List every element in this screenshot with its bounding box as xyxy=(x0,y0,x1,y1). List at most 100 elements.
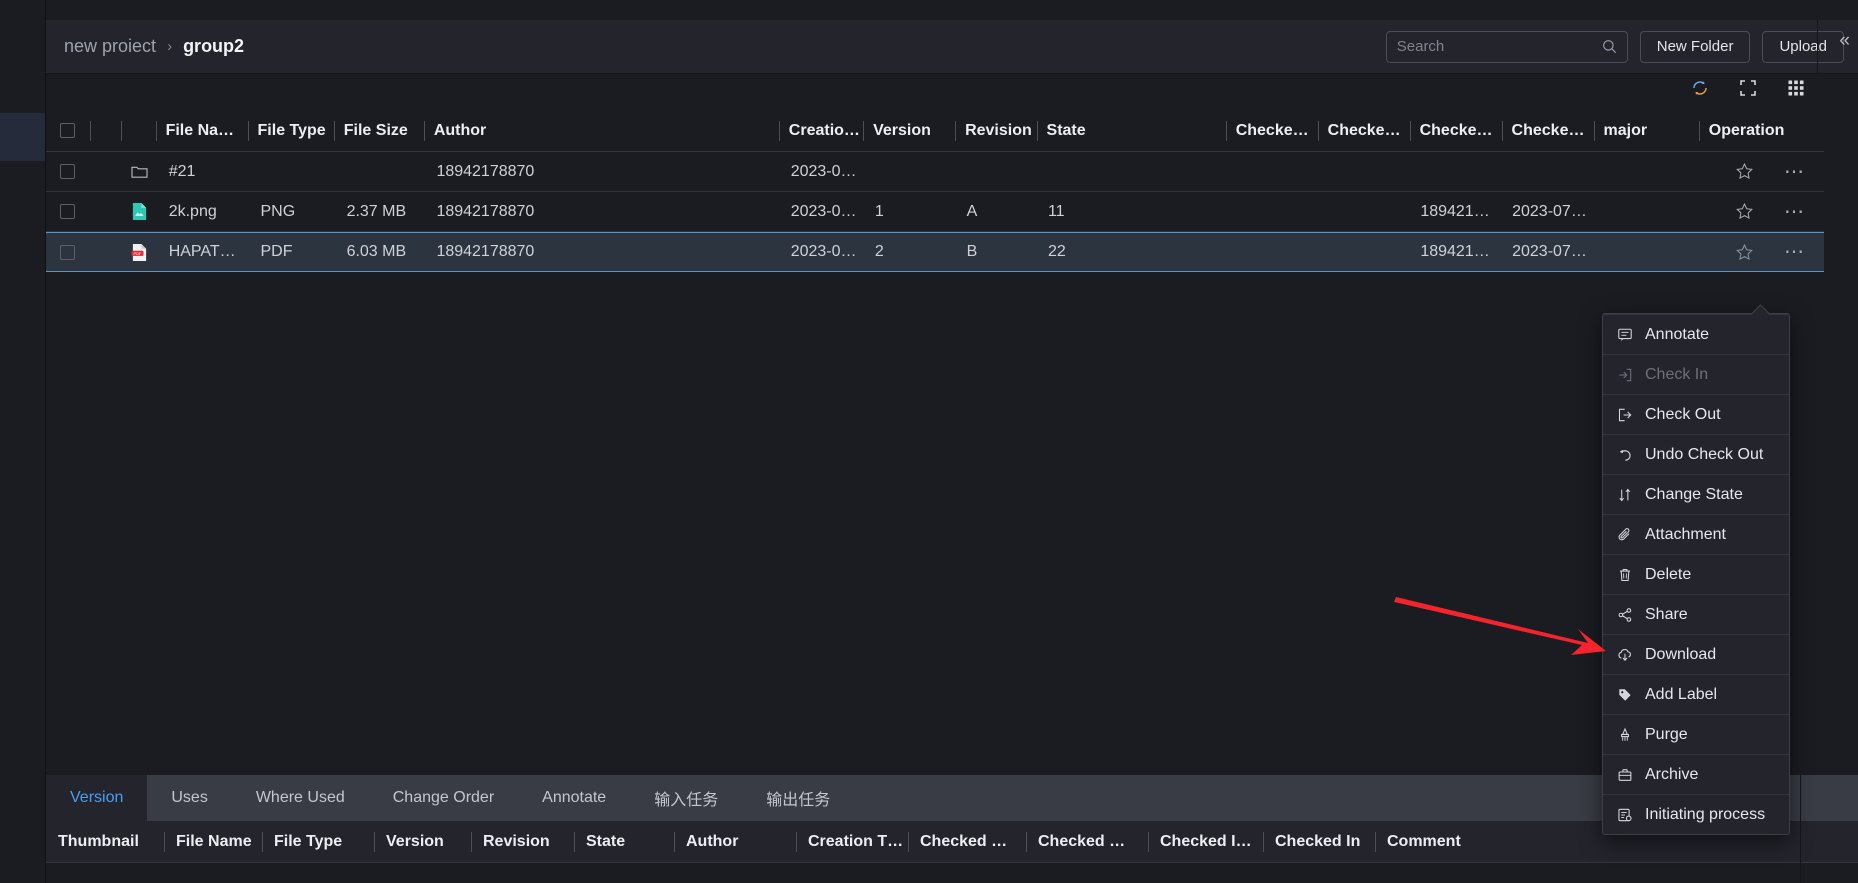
cell-revision: B xyxy=(966,243,978,260)
menu-item-share[interactable]: Share xyxy=(1603,594,1789,634)
menu-item-delete[interactable]: Delete xyxy=(1603,554,1789,594)
tab-version[interactable]: Version xyxy=(46,775,148,821)
tab-input-task[interactable]: 输入任务 xyxy=(630,775,742,821)
header-state[interactable]: State xyxy=(1036,110,1226,152)
cell-operation: ⋯ xyxy=(1699,232,1824,272)
header-file-name[interactable]: File Name xyxy=(164,821,262,863)
header-revision[interactable]: Revision xyxy=(471,821,574,863)
header-author[interactable]: Author xyxy=(674,821,796,863)
menu-item-label: Purge xyxy=(1645,725,1688,743)
more-dots-icon[interactable]: ⋯ xyxy=(1784,202,1806,222)
header-checked-4[interactable]: Checke… xyxy=(1501,110,1594,152)
table-row[interactable]: 2k.png PNG 2.37 MB 18942178870 2023-0… 1… xyxy=(46,192,1824,232)
header-checked-1[interactable]: Checke… xyxy=(1225,110,1318,152)
new-folder-button[interactable]: New Folder xyxy=(1639,30,1751,63)
check-in-icon xyxy=(1617,367,1645,383)
table-row[interactable]: PDF HAPAT… PDF 6.03 MB 18942178870 2023-… xyxy=(46,232,1824,272)
header-author[interactable]: Author xyxy=(423,110,779,152)
check-out-icon xyxy=(1617,407,1645,423)
tab-where-used[interactable]: Where Used xyxy=(232,775,369,821)
row-select-cell xyxy=(46,232,90,272)
menu-item-add-label[interactable]: Add Label xyxy=(1603,674,1789,714)
header-revision[interactable]: Revision xyxy=(955,110,1036,152)
fullscreen-icon[interactable] xyxy=(1738,78,1758,98)
breadcrumb-current[interactable]: group2 xyxy=(183,36,244,57)
cell-checked-3 xyxy=(1410,152,1502,192)
star-icon[interactable] xyxy=(1735,162,1754,181)
header-checked-1[interactable]: Checked … xyxy=(908,821,1026,863)
menu-item-archive[interactable]: Archive xyxy=(1603,754,1789,794)
download-cloud-icon xyxy=(1617,647,1645,663)
tab-change-order[interactable]: Change Order xyxy=(369,775,518,821)
header-checked-in[interactable]: Checked In xyxy=(1263,821,1375,863)
menu-item-attachment[interactable]: Attachment xyxy=(1603,514,1789,554)
cell-file-size: 2.37 MB xyxy=(346,202,407,220)
more-dots-icon[interactable]: ⋯ xyxy=(1784,242,1806,262)
cell-checked-3: 189421… xyxy=(1420,202,1490,220)
header-version[interactable]: Version xyxy=(374,821,471,863)
row-checkbox[interactable] xyxy=(60,204,76,219)
header-operation: Operation xyxy=(1698,110,1824,152)
cell-operation: ⋯ xyxy=(1699,152,1824,192)
header-spacer-2 xyxy=(120,110,156,152)
tab-uses[interactable]: Uses xyxy=(147,775,231,821)
cell-checked-1 xyxy=(1227,192,1319,232)
table-row[interactable]: #21 18942178870 2023-0… ⋯ xyxy=(46,152,1824,192)
menu-item-check-out[interactable]: Check Out xyxy=(1603,394,1789,434)
row-spacer-1 xyxy=(90,192,121,232)
header-spacer-1 xyxy=(89,110,121,152)
menu-item-check-in: Check In xyxy=(1603,354,1789,394)
menu-item-undo-check-out[interactable]: Undo Check Out xyxy=(1603,434,1789,474)
paperclip-icon xyxy=(1617,527,1645,543)
refresh-icon[interactable] xyxy=(1690,78,1710,98)
tab-annotate[interactable]: Annotate xyxy=(518,775,630,821)
search-box[interactable] xyxy=(1385,30,1628,63)
header-comment[interactable]: Comment xyxy=(1375,821,1515,863)
menu-item-label: Initiating process xyxy=(1645,805,1766,823)
row-checkbox[interactable] xyxy=(60,244,76,260)
cell-major xyxy=(1594,152,1699,192)
collapse-panel-icon[interactable]: « xyxy=(1839,30,1850,52)
star-icon[interactable] xyxy=(1735,202,1754,221)
share-icon xyxy=(1617,607,1645,623)
header-state[interactable]: State xyxy=(574,821,674,863)
detail-tabs: Version Uses Where Used Change Order Ann… xyxy=(46,775,1858,821)
header-file-size[interactable]: File Size xyxy=(333,110,424,152)
header-actions: New Folder Upload xyxy=(1385,30,1858,63)
header-version[interactable]: Version xyxy=(863,110,955,152)
grid-view-icon[interactable] xyxy=(1786,78,1806,98)
header-file-type[interactable]: File Type xyxy=(247,110,334,152)
row-context-menu: Annotate Check In Check Out Undo Check O… xyxy=(1602,304,1790,835)
header-checked-3[interactable]: Checke… xyxy=(1409,110,1502,152)
header-checked-3[interactable]: Checked I… xyxy=(1148,821,1263,863)
cell-file-type: PNG xyxy=(260,202,296,220)
upload-button[interactable]: Upload xyxy=(1762,30,1844,63)
cell-operation: ⋯ xyxy=(1699,192,1824,232)
select-all-checkbox[interactable] xyxy=(60,123,76,138)
star-icon[interactable] xyxy=(1735,243,1754,262)
header-major[interactable]: major xyxy=(1593,110,1699,152)
header-thumbnail[interactable]: Thumbnail xyxy=(46,821,164,863)
header-creation-time[interactable]: Creatio… xyxy=(778,110,863,152)
header-checked-2[interactable]: Checked … xyxy=(1026,821,1148,863)
menu-item-download[interactable]: Download xyxy=(1603,634,1789,674)
header-file-name[interactable]: File Na… xyxy=(155,110,248,152)
breadcrumb-parent[interactable]: new proiect xyxy=(64,36,156,57)
rail-active-item[interactable] xyxy=(0,113,46,161)
cell-creation-time: 2023-0… xyxy=(790,243,857,260)
tab-output-task[interactable]: 输出任务 xyxy=(742,775,854,821)
cell-revision xyxy=(957,152,1038,192)
header-checked-2[interactable]: Checke… xyxy=(1317,110,1410,152)
menu-item-initiating-process[interactable]: Initiating process xyxy=(1603,794,1789,834)
menu-item-change-state[interactable]: Change State xyxy=(1603,474,1789,514)
cell-creation-time: 2023-0… xyxy=(790,202,857,220)
more-dots-icon[interactable]: ⋯ xyxy=(1784,162,1806,182)
search-input[interactable] xyxy=(1396,38,1602,55)
breadcrumb: new proiect › group2 xyxy=(64,36,244,57)
header-creation-time[interactable]: Creation T… xyxy=(796,821,908,863)
row-checkbox[interactable] xyxy=(60,164,76,179)
menu-item-label: Annotate xyxy=(1645,325,1710,343)
cell-state xyxy=(1038,152,1227,192)
header-file-type[interactable]: File Type xyxy=(262,821,374,863)
menu-item-purge[interactable]: Purge xyxy=(1603,714,1789,754)
